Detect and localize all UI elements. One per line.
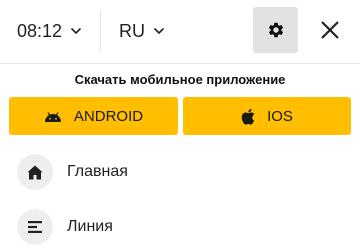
ios-label: IOS xyxy=(267,107,293,125)
language-dropdown[interactable]: RU xyxy=(119,12,165,50)
menu-item-label: Главная xyxy=(67,163,128,180)
top-bar: 08:12 RU xyxy=(0,0,360,64)
close-icon xyxy=(321,21,339,39)
header-divider xyxy=(100,10,101,52)
android-download-button[interactable]: ANDROID xyxy=(9,97,178,135)
settings-button[interactable] xyxy=(253,7,298,53)
android-icon xyxy=(44,112,61,122)
close-button[interactable] xyxy=(313,13,347,47)
list-icon xyxy=(28,221,42,233)
time-format-dropdown[interactable]: 08:12 xyxy=(17,12,82,50)
time-label: 08:12 xyxy=(17,20,63,41)
android-label: ANDROID xyxy=(73,107,144,125)
language-label: RU xyxy=(119,20,145,41)
gear-icon xyxy=(268,22,283,38)
menu-item-home[interactable]: Главная xyxy=(0,150,360,194)
home-icon-badge xyxy=(17,154,53,190)
list-icon-badge xyxy=(17,209,53,245)
home-icon xyxy=(27,165,43,179)
ios-download-button[interactable]: IOS xyxy=(183,97,351,135)
apple-icon xyxy=(241,108,255,125)
chevron-down-icon xyxy=(70,27,82,35)
menu-item-line[interactable]: Линия xyxy=(0,205,360,249)
chevron-down-icon xyxy=(153,27,165,35)
menu-item-label: Линия xyxy=(67,218,113,235)
download-app-title: Скачать мобильное приложение xyxy=(74,72,286,87)
